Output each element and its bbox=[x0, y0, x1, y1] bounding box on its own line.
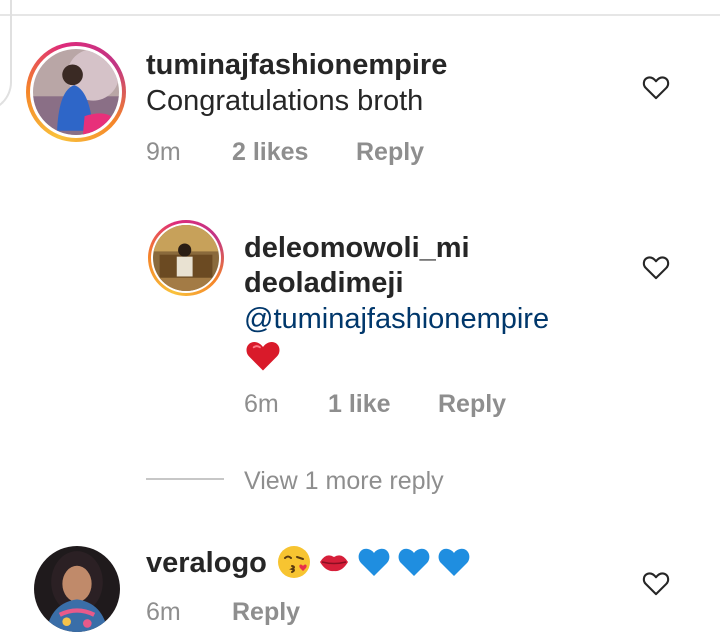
view-replies-line bbox=[146, 478, 224, 480]
heart-outline-icon[interactable] bbox=[642, 570, 670, 596]
heart-outline-icon[interactable] bbox=[642, 74, 670, 100]
kissing-face-emoji bbox=[276, 544, 312, 580]
comment-username[interactable]: tuminajfashionempire bbox=[146, 48, 447, 82]
reply-username-line2[interactable]: deoladimeji bbox=[244, 266, 404, 300]
kiss-lips-emoji bbox=[316, 544, 352, 580]
top-divider bbox=[0, 14, 720, 16]
thread-connector bbox=[0, 0, 12, 112]
heart-outline-icon[interactable] bbox=[642, 254, 670, 280]
likes-count[interactable]: 2 likes bbox=[232, 137, 308, 167]
comment-time: 6m bbox=[146, 598, 181, 626]
avatar-veralogo[interactable] bbox=[34, 546, 120, 632]
reply-reply-button[interactable]: Reply bbox=[438, 389, 506, 419]
red-heart-emoji bbox=[244, 338, 282, 372]
reply-time: 6m bbox=[244, 390, 279, 418]
avatar-photo bbox=[33, 49, 119, 135]
reply-mention[interactable]: @tuminajfashionempire bbox=[244, 302, 549, 336]
blue-heart-emoji bbox=[436, 544, 472, 580]
reply-username-line1[interactable]: deleomowoli_mi bbox=[244, 231, 470, 265]
view-more-replies[interactable]: View 1 more reply bbox=[244, 466, 444, 496]
comment-emojis bbox=[276, 544, 472, 580]
avatar-tuminajfashionempire[interactable] bbox=[26, 42, 126, 142]
blue-heart-emoji bbox=[396, 544, 432, 580]
avatar-photo bbox=[34, 546, 120, 632]
comment-text: Congratulations broth bbox=[146, 85, 424, 117]
blue-heart-emoji bbox=[356, 544, 392, 580]
avatar-photo bbox=[153, 225, 219, 291]
reply-likes-count[interactable]: 1 like bbox=[328, 389, 391, 419]
avatar-deleomowoli[interactable] bbox=[148, 220, 224, 296]
comment-username[interactable]: veralogo bbox=[146, 546, 267, 580]
reply-button[interactable]: Reply bbox=[356, 137, 424, 167]
reply-button[interactable]: Reply bbox=[232, 597, 300, 627]
comment-time: 9m bbox=[146, 138, 181, 166]
